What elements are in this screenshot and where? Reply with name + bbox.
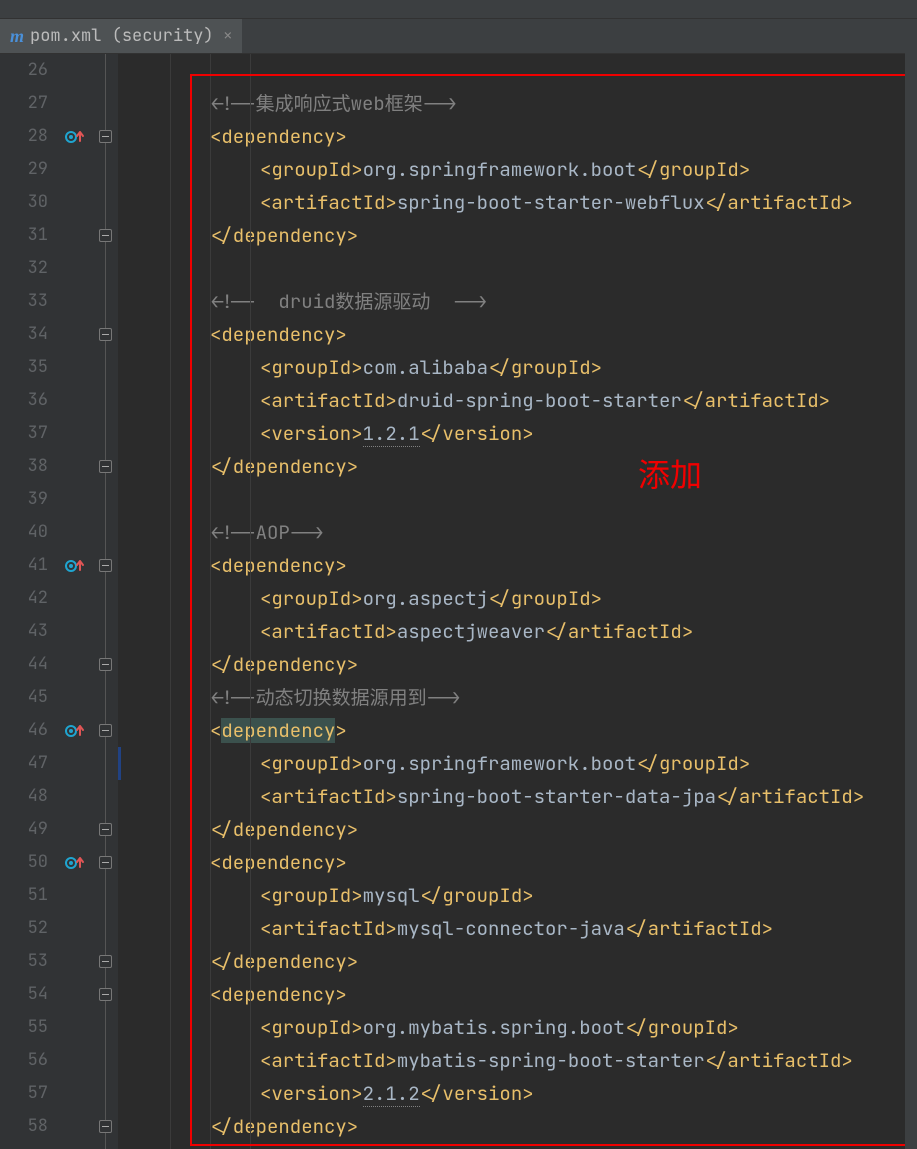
line-number: 32 <box>0 252 58 285</box>
line-number: 55 <box>0 1011 58 1044</box>
code-line: <!--AOP--> <box>126 516 917 549</box>
code-line: <artifactId>spring-boot-starter-webflux<… <box>126 186 917 219</box>
code-line: </dependency> <box>126 648 917 681</box>
line-number: 47 <box>0 747 58 780</box>
code-line: <dependency> <box>126 714 917 747</box>
line-number-gutter: 2627282930313233343536373839404142434445… <box>0 54 58 1149</box>
line-number: 31 <box>0 219 58 252</box>
line-number: 29 <box>0 153 58 186</box>
fold-toggle-icon[interactable] <box>99 559 112 572</box>
line-number: 42 <box>0 582 58 615</box>
line-number: 26 <box>0 54 58 87</box>
code-line: <groupId>mysql</groupId> <box>126 879 917 912</box>
gutter-marker-column <box>58 54 96 1149</box>
editor-area: 2627282930313233343536373839404142434445… <box>0 54 917 1149</box>
code-line: </dependency> <box>126 219 917 252</box>
line-number: 56 <box>0 1044 58 1077</box>
code-line: <groupId>com.alibaba</groupId> <box>126 351 917 384</box>
code-line: <groupId>org.springframework.boot</group… <box>126 747 917 780</box>
gutter-run-marker-icon[interactable] <box>62 721 90 741</box>
line-number: 50 <box>0 846 58 879</box>
code-line: <groupId>org.mybatis.spring.boot</groupI… <box>126 1011 917 1044</box>
line-number: 45 <box>0 681 58 714</box>
line-number: 37 <box>0 417 58 450</box>
code-line: <artifactId>mysql-connector-java</artifa… <box>126 912 917 945</box>
window-toolbar <box>0 0 917 19</box>
code-line: <dependency> <box>126 846 917 879</box>
line-number: 43 <box>0 615 58 648</box>
fold-toggle-icon[interactable] <box>99 328 112 341</box>
line-number: 33 <box>0 285 58 318</box>
code-line: <dependency> <box>126 549 917 582</box>
code-line: </dependency> <box>126 945 917 978</box>
code-line: <artifactId>mybatis-spring-boot-starter<… <box>126 1044 917 1077</box>
code-editor[interactable]: <!--集成响应式web框架--> <dependency> <groupId>… <box>118 54 917 1149</box>
line-number: 40 <box>0 516 58 549</box>
line-number: 48 <box>0 780 58 813</box>
code-line: </dependency> <box>126 813 917 846</box>
line-number: 38 <box>0 450 58 483</box>
fold-toggle-icon[interactable] <box>99 955 112 968</box>
fold-toggle-icon[interactable] <box>99 988 112 1001</box>
maven-file-icon: m <box>10 26 24 47</box>
caret-line-indicator <box>118 747 121 780</box>
line-number: 49 <box>0 813 58 846</box>
code-line: <artifactId>aspectjweaver</artifactId> <box>126 615 917 648</box>
fold-toggle-icon[interactable] <box>99 130 112 143</box>
code-line: <groupId>org.springframework.boot</group… <box>126 153 917 186</box>
code-line <box>126 252 917 285</box>
gutter-run-marker-icon[interactable] <box>62 556 90 576</box>
code-line: <artifactId>druid-spring-boot-starter</a… <box>126 384 917 417</box>
fold-toggle-icon[interactable] <box>99 229 112 242</box>
line-number: 54 <box>0 978 58 1011</box>
line-number: 28 <box>0 120 58 153</box>
code-line: <!--动态切换数据源用到--> <box>126 681 917 714</box>
code-line: <version>2.1.2</version> <box>126 1077 917 1110</box>
code-line: <version>1.2.1</version> <box>126 417 917 450</box>
code-line: <!-- druid数据源驱动 --> <box>126 285 917 318</box>
fold-toggle-icon[interactable] <box>99 658 112 671</box>
code-line: <dependency> <box>126 120 917 153</box>
code-line: <!--集成响应式web框架--> <box>126 87 917 120</box>
gutter-run-marker-icon[interactable] <box>62 127 90 147</box>
code-line: </dependency> <box>126 450 917 483</box>
line-number: 27 <box>0 87 58 120</box>
editor-scrollbar[interactable] <box>905 52 917 1149</box>
line-number: 58 <box>0 1110 58 1143</box>
code-line: <dependency> <box>126 978 917 1011</box>
code-line: <dependency> <box>126 318 917 351</box>
fold-toggle-icon[interactable] <box>99 724 112 737</box>
line-number: 52 <box>0 912 58 945</box>
line-number: 51 <box>0 879 58 912</box>
editor-tab-bar: m pom.xml (security) ✕ <box>0 19 917 54</box>
code-line <box>126 483 917 516</box>
line-number: 36 <box>0 384 58 417</box>
line-number: 41 <box>0 549 58 582</box>
line-number: 46 <box>0 714 58 747</box>
fold-column <box>96 54 118 1149</box>
line-number: 44 <box>0 648 58 681</box>
line-number: 57 <box>0 1077 58 1110</box>
line-number: 30 <box>0 186 58 219</box>
fold-toggle-icon[interactable] <box>99 823 112 836</box>
fold-toggle-icon[interactable] <box>99 460 112 473</box>
editor-tab-label: pom.xml (security) <box>30 25 214 47</box>
fold-toggle-icon[interactable] <box>99 856 112 869</box>
code-line: <groupId>org.aspectj</groupId> <box>126 582 917 615</box>
fold-toggle-icon[interactable] <box>99 1120 112 1133</box>
code-line <box>126 54 917 87</box>
gutter-run-marker-icon[interactable] <box>62 853 90 873</box>
line-number: 34 <box>0 318 58 351</box>
line-number: 39 <box>0 483 58 516</box>
line-number: 35 <box>0 351 58 384</box>
close-tab-icon[interactable]: ✕ <box>224 27 232 45</box>
code-line: <artifactId>spring-boot-starter-data-jpa… <box>126 780 917 813</box>
line-number: 53 <box>0 945 58 978</box>
code-line: </dependency> <box>126 1110 917 1143</box>
editor-tab-pom[interactable]: m pom.xml (security) ✕ <box>0 19 242 53</box>
